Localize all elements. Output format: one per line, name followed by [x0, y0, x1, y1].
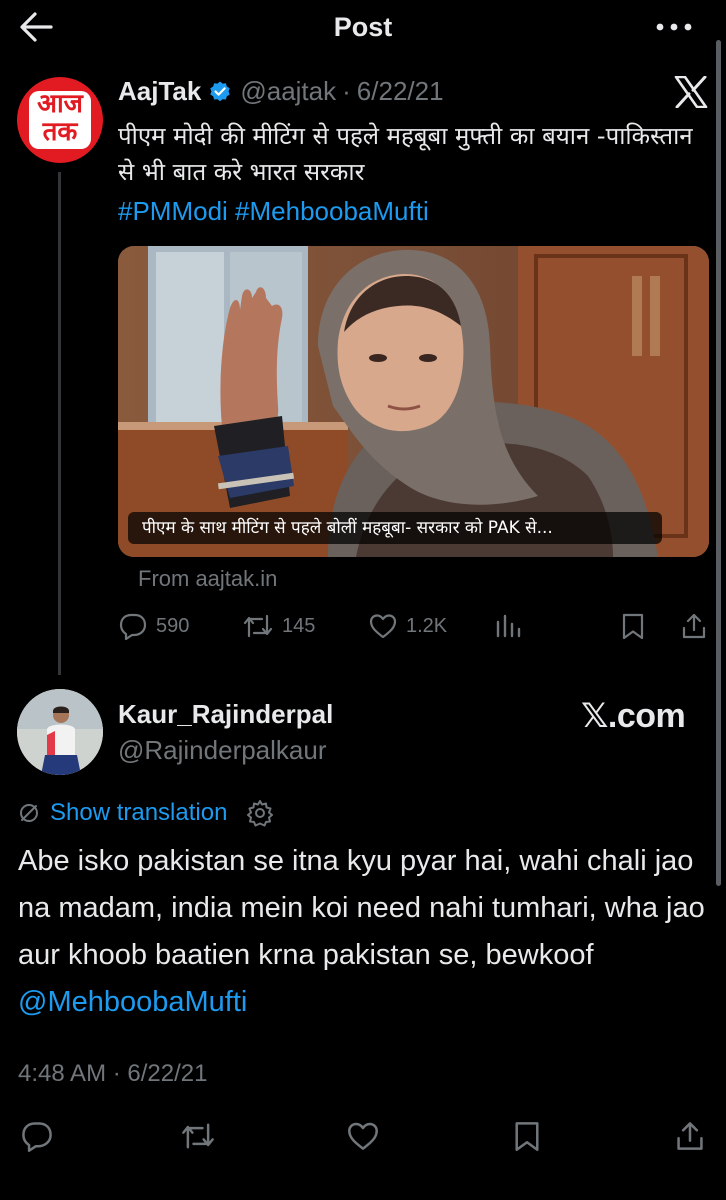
- page-title: Post: [333, 12, 393, 42]
- separator-dot: ·: [342, 76, 351, 106]
- repost-count: 145: [282, 614, 316, 637]
- repost-icon: [182, 1123, 214, 1149]
- bookmark-button[interactable]: [620, 612, 654, 640]
- heart-icon: [348, 1122, 378, 1150]
- bookmark-icon: [622, 613, 644, 640]
- views-button[interactable]: [494, 612, 530, 640]
- reply-author-name[interactable]: Kaur_Rajinderpal: [118, 699, 333, 730]
- user-avatar[interactable]: [17, 689, 103, 775]
- like-count: 1.2K: [406, 614, 448, 637]
- aajtak-avatar[interactable]: आज तक: [17, 77, 103, 163]
- x-logo-icon: [674, 76, 708, 108]
- reply-tweet-text: Abe isko pakistan se itna kyu pyar hai, …: [18, 838, 708, 1026]
- like-button-bottom[interactable]: [345, 1120, 381, 1152]
- reply-icon: [119, 613, 147, 640]
- quoted-tweet-text: पीएम मोदी की मीटिंग से पहले महबूबा मुफ्त…: [118, 122, 693, 186]
- article-photo: [118, 246, 709, 557]
- reply-button[interactable]: 590: [118, 612, 189, 640]
- thread-line: [58, 172, 61, 675]
- aajtak-logo-line2: तक: [42, 117, 78, 147]
- quoted-hashtags[interactable]: #PMModi #MehboobaMufti: [118, 196, 429, 227]
- repost-button-bottom[interactable]: [180, 1120, 216, 1152]
- repost-button[interactable]: 145: [242, 612, 315, 640]
- bookmark-button-bottom[interactable]: [512, 1120, 542, 1152]
- repost-icon: [243, 614, 273, 638]
- share-button[interactable]: [680, 612, 716, 640]
- heart-icon: [369, 614, 397, 639]
- scrollbar[interactable]: [716, 40, 721, 886]
- quoted-author-name[interactable]: AajTak: [118, 76, 201, 107]
- settings-gear-icon[interactable]: [245, 798, 275, 828]
- like-button[interactable]: 1.2K: [368, 612, 447, 640]
- show-translation-link[interactable]: Show translation: [50, 799, 227, 827]
- post-timestamp[interactable]: 4:48 AM · 6/22/21: [18, 1060, 207, 1088]
- reply-text-body: Abe isko pakistan se itna kyu pyar hai, …: [18, 845, 705, 971]
- aajtak-logo-line1: आज: [37, 89, 83, 119]
- share-icon: [677, 1122, 703, 1150]
- mention-link[interactable]: @MehboobaMufti: [18, 986, 247, 1018]
- quoted-author-handle: @aajtak: [240, 76, 337, 106]
- link-card-image[interactable]: [118, 246, 709, 557]
- reply-count: 590: [156, 614, 190, 637]
- reply-author-handle[interactable]: @Rajinderpalkaur: [118, 735, 327, 766]
- link-card-title: पीएम के साथ मीटिंग से पहले बोलीं महबूबा-…: [128, 512, 662, 544]
- reply-icon: [22, 1122, 52, 1152]
- share-button-bottom[interactable]: [674, 1120, 706, 1152]
- show-translation-row[interactable]: Show translation: [18, 798, 275, 828]
- analytics-icon: [496, 614, 521, 638]
- verified-badge-icon: [210, 81, 231, 101]
- translate-icon: [20, 804, 38, 822]
- x-com-watermark: 𝕏.com: [581, 697, 686, 735]
- quoted-date: 6/22/21: [356, 76, 444, 106]
- more-button[interactable]: [652, 12, 696, 42]
- reply-button-bottom[interactable]: [20, 1120, 54, 1152]
- share-icon: [682, 613, 706, 639]
- link-source[interactable]: From aajtak.in: [138, 566, 277, 592]
- quoted-author-row: AajTak @aajtak · 6/22/21: [118, 76, 444, 107]
- bookmark-icon: [515, 1122, 539, 1151]
- more-horizontal-icon: [656, 23, 692, 31]
